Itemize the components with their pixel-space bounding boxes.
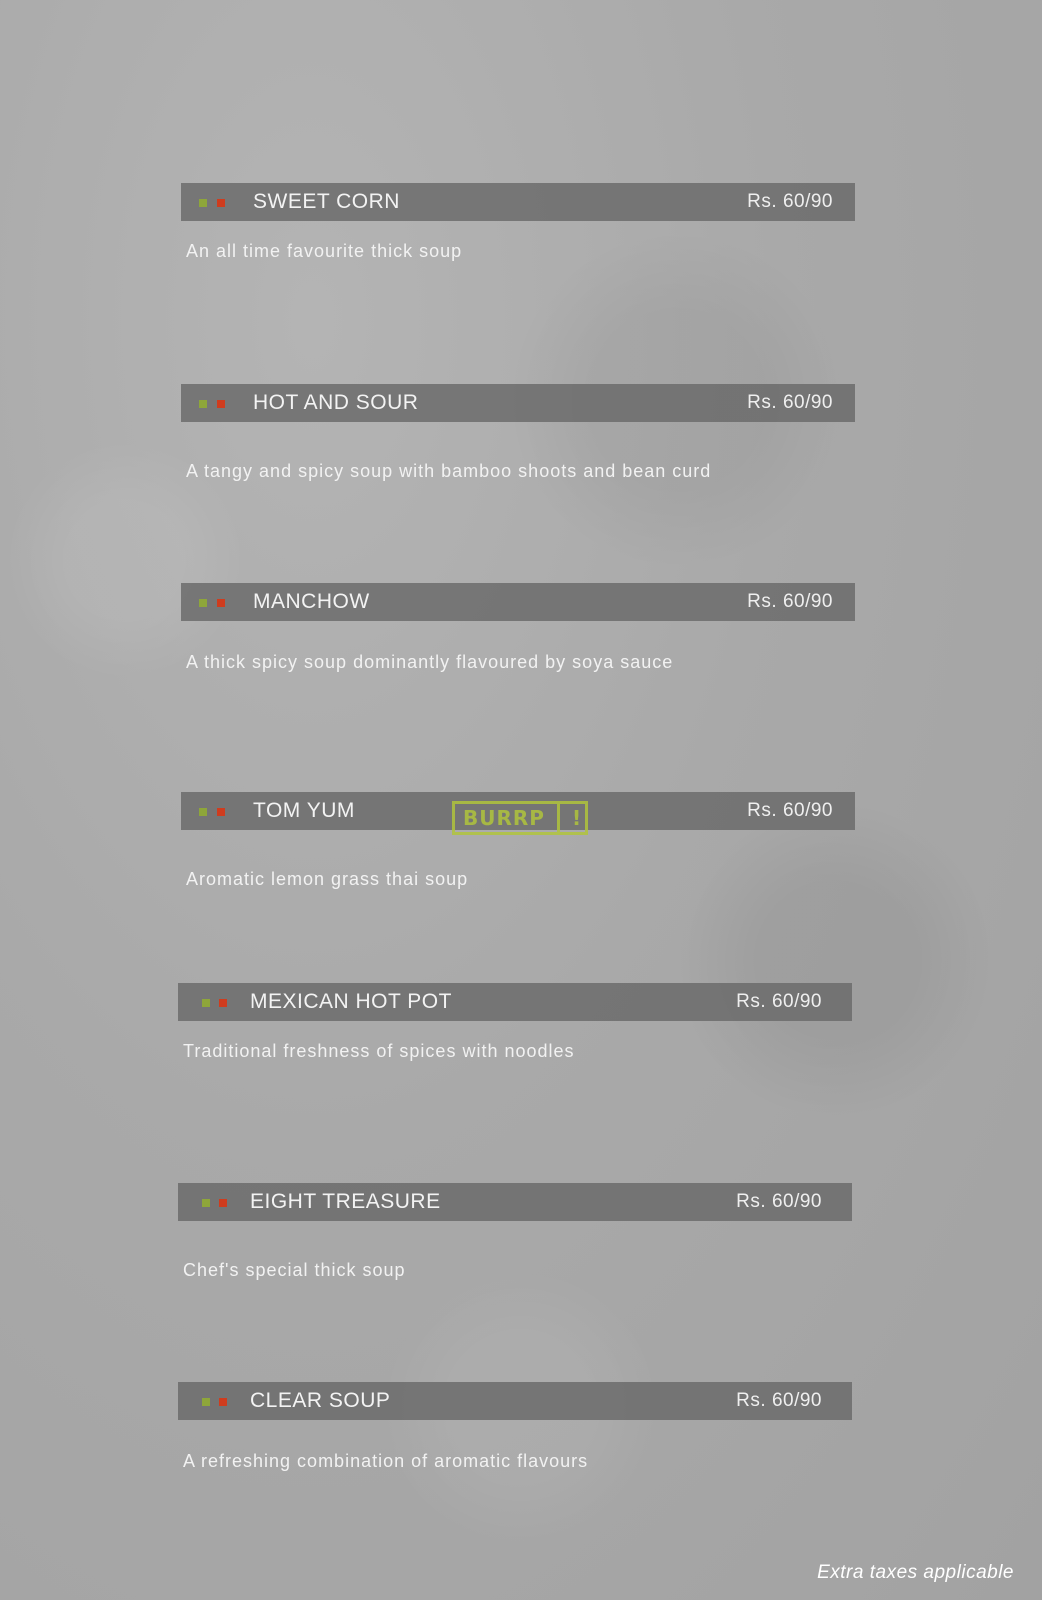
- item-name: EIGHT TREASURE: [250, 1190, 441, 1213]
- item-name: MANCHOW: [253, 590, 370, 613]
- watermark-mark: !: [571, 806, 582, 830]
- footer-note: Extra taxes applicable: [817, 1562, 1014, 1583]
- nonveg-marker-icon: [217, 808, 225, 816]
- nonveg-marker-icon: [217, 599, 225, 607]
- item-name: TOM YUM: [253, 799, 355, 822]
- item-price: Rs. 60/90: [747, 392, 833, 413]
- veg-marker-icon: [202, 1398, 210, 1406]
- menu-item-bar: MANCHOW Rs. 60/90: [181, 583, 855, 621]
- item-description: An all time favourite thick soup: [186, 241, 463, 261]
- item-description: A refreshing combination of aromatic fla…: [183, 1451, 589, 1471]
- item-price: Rs. 60/90: [747, 591, 833, 612]
- item-price: Rs. 60/90: [736, 1191, 822, 1212]
- nonveg-marker-icon: [219, 999, 227, 1007]
- item-price: Rs. 60/90: [736, 991, 822, 1012]
- nonveg-marker-icon: [219, 1199, 227, 1207]
- menu-item-bar: MEXICAN HOT POT Rs. 60/90: [178, 983, 852, 1021]
- item-price: Rs. 60/90: [747, 191, 833, 212]
- item-name: SWEET CORN: [253, 190, 400, 213]
- item-name: HOT AND SOUR: [253, 391, 419, 414]
- menu-item-bar: EIGHT TREASURE Rs. 60/90: [178, 1183, 852, 1221]
- item-price: Rs. 60/90: [736, 1390, 822, 1411]
- veg-marker-icon: [199, 808, 207, 816]
- veg-marker-icon: [199, 199, 207, 207]
- item-description: A thick spicy soup dominantly flavoured …: [186, 652, 674, 672]
- item-name: CLEAR SOUP: [250, 1389, 391, 1412]
- nonveg-marker-icon: [219, 1398, 227, 1406]
- item-description: Chef's special thick soup: [183, 1260, 406, 1280]
- item-description: A tangy and spicy soup with bamboo shoot…: [186, 461, 712, 481]
- item-description: Traditional freshness of spices with noo…: [183, 1041, 575, 1061]
- watermark-text: BURRP: [463, 806, 545, 830]
- menu-item-bar: HOT AND SOUR Rs. 60/90: [181, 384, 855, 422]
- nonveg-marker-icon: [217, 199, 225, 207]
- veg-marker-icon: [199, 599, 207, 607]
- menu-item-bar: CLEAR SOUP Rs. 60/90: [178, 1382, 852, 1420]
- veg-marker-icon: [202, 1199, 210, 1207]
- menu-item-bar: SWEET CORN Rs. 60/90: [181, 183, 855, 221]
- veg-marker-icon: [199, 400, 207, 408]
- nonveg-marker-icon: [217, 400, 225, 408]
- item-price: Rs. 60/90: [747, 800, 833, 821]
- veg-marker-icon: [202, 999, 210, 1007]
- item-description: Aromatic lemon grass thai soup: [186, 869, 469, 889]
- item-name: MEXICAN HOT POT: [250, 990, 452, 1013]
- burrp-watermark: BURRP !: [452, 801, 588, 835]
